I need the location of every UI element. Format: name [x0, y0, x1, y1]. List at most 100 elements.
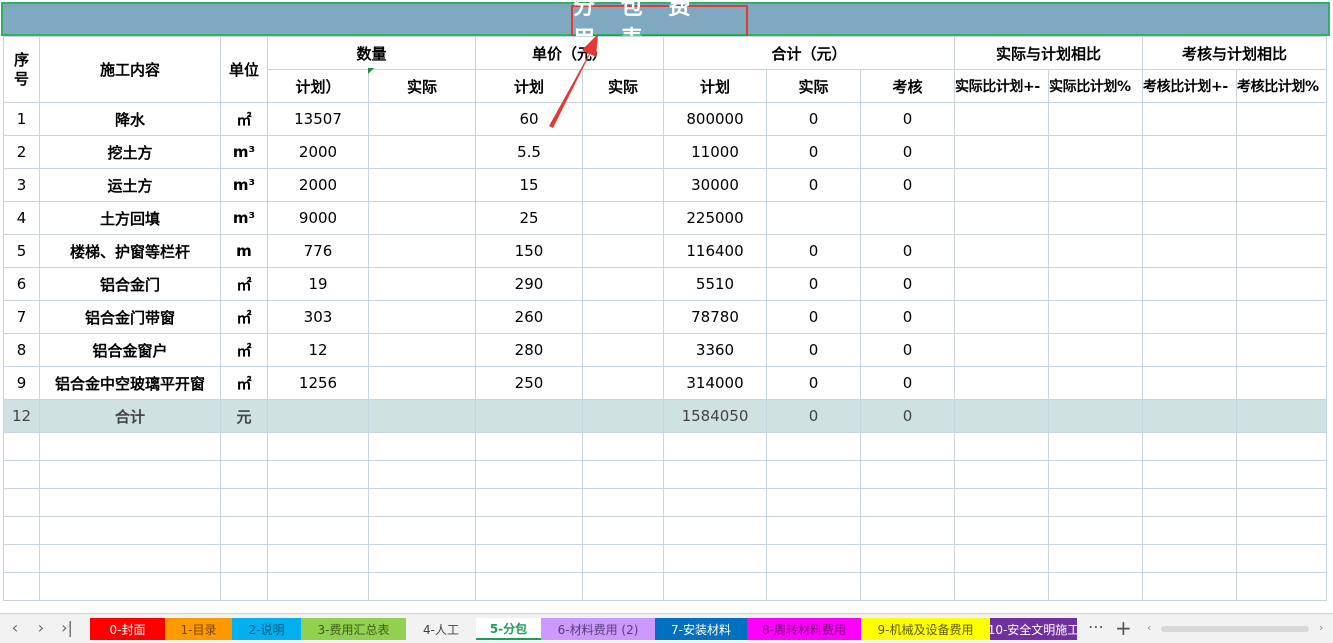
header-qty-actual[interactable]: 实际 — [368, 69, 476, 103]
cell-price-actual[interactable] — [582, 333, 664, 367]
cell-no[interactable] — [3, 432, 40, 461]
cell-qty-actual[interactable] — [368, 432, 476, 461]
header-total-assess[interactable]: 考核 — [860, 69, 955, 103]
cell-comparison[interactable] — [954, 516, 1049, 545]
cell-qty-plan[interactable]: 13507 — [267, 102, 369, 136]
cell-comparison[interactable] — [1142, 488, 1237, 517]
cell-total-assess[interactable]: 0 — [860, 267, 955, 301]
cell-total-plan[interactable] — [663, 544, 767, 573]
cell-price-actual[interactable] — [582, 460, 664, 489]
cell-comparison[interactable] — [1142, 234, 1237, 268]
cell-comparison[interactable] — [954, 399, 1049, 433]
sheet-title[interactable]: 分 包 费 用 表 — [571, 0, 748, 52]
cell-no[interactable]: 4 — [3, 201, 40, 235]
spreadsheet-grid[interactable]: 分 包 费 用 表 序号 施工内容 单位 数量 单价（元） 合计（元） 实际与计… — [0, 0, 1333, 613]
cell-comparison[interactable] — [954, 460, 1049, 489]
header-unit[interactable]: 单位 — [220, 36, 268, 103]
cell-price-actual[interactable] — [582, 488, 664, 517]
cell-comparison[interactable] — [1236, 234, 1327, 268]
cell-content[interactable] — [39, 460, 221, 489]
cell-comparison[interactable] — [1236, 267, 1327, 301]
cell-price-plan[interactable]: 280 — [475, 333, 583, 367]
cell-total-plan[interactable]: 800000 — [663, 102, 767, 136]
cell-price-plan[interactable] — [475, 544, 583, 573]
cell-comparison[interactable] — [1236, 102, 1327, 136]
cell-unit[interactable]: 元 — [220, 399, 268, 433]
cell-qty-actual[interactable] — [368, 333, 476, 367]
cell-total-assess[interactable] — [860, 488, 955, 517]
cell-comparison[interactable] — [1236, 333, 1327, 367]
cell-comparison[interactable] — [954, 366, 1049, 400]
cell-qty-plan[interactable]: 2000 — [267, 168, 369, 202]
cell-comparison[interactable] — [1236, 544, 1327, 573]
header-asp-diff[interactable]: 考核比计划+- — [1142, 69, 1237, 103]
cell-unit[interactable]: ㎡ — [220, 300, 268, 334]
cell-unit[interactable] — [220, 572, 268, 601]
cell-unit[interactable]: m — [220, 234, 268, 268]
cell-total-assess[interactable]: 0 — [860, 168, 955, 202]
cell-comparison[interactable] — [954, 201, 1049, 235]
cell-total-plan[interactable]: 116400 — [663, 234, 767, 268]
cell-total-assess[interactable]: 0 — [860, 234, 955, 268]
cell-qty-plan[interactable]: 1256 — [267, 366, 369, 400]
sheet-tab[interactable]: 6-材料费用 (2) — [541, 618, 655, 640]
cell-unit[interactable]: ㎡ — [220, 333, 268, 367]
cell-comparison[interactable] — [954, 300, 1049, 334]
cell-total-actual[interactable] — [766, 432, 861, 461]
cell-total-actual[interactable]: 0 — [766, 135, 861, 169]
cell-comparison[interactable] — [1048, 544, 1143, 573]
cell-total-plan[interactable]: 1584050 — [663, 399, 767, 433]
cell-comparison[interactable] — [1048, 300, 1143, 334]
cell-total-assess[interactable]: 0 — [860, 135, 955, 169]
cell-total-actual[interactable]: 0 — [766, 333, 861, 367]
cell-qty-actual[interactable] — [368, 516, 476, 545]
cell-total-assess[interactable]: 0 — [860, 102, 955, 136]
cell-price-plan[interactable]: 25 — [475, 201, 583, 235]
cell-price-plan[interactable]: 260 — [475, 300, 583, 334]
cell-comparison[interactable] — [954, 234, 1049, 268]
header-avp-diff[interactable]: 实际比计划+- — [954, 69, 1049, 103]
cell-no[interactable]: 12 — [3, 399, 40, 433]
cell-total-plan[interactable]: 314000 — [663, 366, 767, 400]
last-sheet-icon[interactable]: ›| — [58, 618, 76, 637]
cell-total-plan[interactable] — [663, 516, 767, 545]
cell-content[interactable] — [39, 432, 221, 461]
cell-comparison[interactable] — [1142, 333, 1237, 367]
cell-content[interactable]: 合计 — [39, 399, 221, 433]
cell-total-assess[interactable] — [860, 516, 955, 545]
cell-total-actual[interactable] — [766, 488, 861, 517]
cell-comparison[interactable] — [1236, 168, 1327, 202]
cell-price-plan[interactable]: 150 — [475, 234, 583, 268]
cell-price-actual[interactable] — [582, 201, 664, 235]
cell-price-plan[interactable]: 290 — [475, 267, 583, 301]
cell-price-actual[interactable] — [582, 234, 664, 268]
header-asp-pct[interactable]: 考核比计划% — [1236, 69, 1327, 103]
add-sheet-icon[interactable]: + — [1115, 616, 1132, 640]
cell-price-plan[interactable] — [475, 432, 583, 461]
cell-price-plan[interactable]: 250 — [475, 366, 583, 400]
cell-comparison[interactable] — [954, 333, 1049, 367]
cell-comparison[interactable] — [1142, 460, 1237, 489]
cell-qty-actual[interactable] — [368, 135, 476, 169]
cell-content[interactable]: 铝合金中空玻璃平开窗 — [39, 366, 221, 400]
horizontal-scrollbar[interactable]: ‹ › — [1147, 621, 1332, 634]
cell-unit[interactable] — [220, 544, 268, 573]
cell-total-actual[interactable]: 0 — [766, 102, 861, 136]
cell-comparison[interactable] — [1142, 300, 1237, 334]
cell-no[interactable]: 8 — [3, 333, 40, 367]
cell-qty-actual[interactable] — [368, 168, 476, 202]
cell-comparison[interactable] — [1048, 333, 1143, 367]
cell-price-actual[interactable] — [582, 399, 664, 433]
cell-comparison[interactable] — [1048, 267, 1143, 301]
scroll-right-icon[interactable]: › — [1319, 621, 1323, 634]
cell-content[interactable] — [39, 572, 221, 601]
cell-comparison[interactable] — [1236, 135, 1327, 169]
cell-total-actual[interactable] — [766, 544, 861, 573]
cell-qty-plan[interactable] — [267, 516, 369, 545]
cell-qty-plan[interactable]: 12 — [267, 333, 369, 367]
cell-comparison[interactable] — [1236, 488, 1327, 517]
cell-price-actual[interactable] — [582, 102, 664, 136]
header-total[interactable]: 合计（元） — [663, 36, 955, 70]
cell-unit[interactable]: m³ — [220, 168, 268, 202]
cell-comparison[interactable] — [1048, 516, 1143, 545]
